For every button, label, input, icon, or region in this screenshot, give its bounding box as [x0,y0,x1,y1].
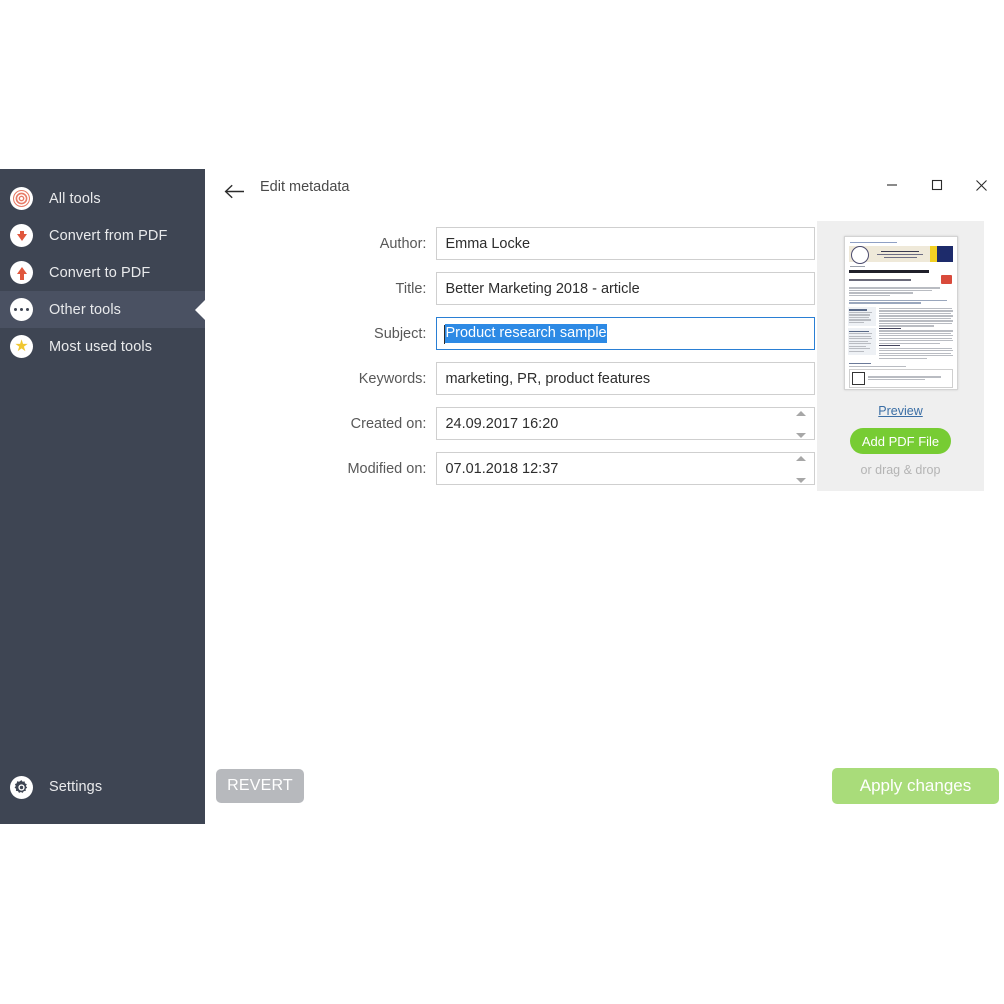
add-pdf-file-button[interactable]: Add PDF File [850,428,951,454]
sidebar-item-convert-from-pdf[interactable]: Convert from PDF [0,217,205,254]
subject-label: Subject: [374,325,427,342]
field-row-keywords: Keywords: marketing, PR, product feature… [205,356,815,401]
preview-link[interactable]: Preview [878,404,922,418]
sidebar-item-label: Convert to PDF [49,264,151,281]
page-title: Edit metadata [260,179,350,195]
ellipsis-dots-icon [10,298,33,321]
modified-on-label: Modified on: [347,460,427,477]
created-on-label: Created on: [350,415,427,432]
subject-field[interactable]: Product research sample [436,317,815,350]
author-value: Emma Locke [445,235,531,252]
star-icon: ★ [10,335,33,358]
keywords-field[interactable]: marketing, PR, product features [436,362,815,395]
stepper-up-icon[interactable] [796,456,806,461]
author-label: Author: [379,235,427,252]
stepper-down-icon[interactable] [796,433,806,438]
sidebar-item-label: Most used tools [49,338,153,355]
close-button[interactable] [959,169,1004,201]
modified-on-value: 07.01.2018 12:37 [445,460,559,477]
field-row-modified-on: Modified on: 07.01.2018 12:37 [205,446,815,491]
maximize-button[interactable] [914,169,959,201]
main-content: Edit metadata Author: Emma Locke Title: … [205,169,1004,824]
stepper-down-icon[interactable] [796,478,806,483]
revert-button[interactable]: REVERT [216,769,304,803]
title-value: Better Marketing 2018 - article [445,280,640,297]
pdf-page-thumbnail[interactable] [843,236,958,390]
sidebar-item-label: Settings [49,779,103,795]
author-field[interactable]: Emma Locke [436,227,815,260]
drag-drop-hint: or drag & drop [860,463,941,477]
sidebar-item-convert-to-pdf[interactable]: Convert to PDF [0,254,205,291]
sidebar-nav-list: All tools Convert from PDF Convert to PD… [0,180,206,365]
title-field[interactable]: Better Marketing 2018 - article [436,272,815,305]
title-label: Title: [395,280,427,297]
minimize-button[interactable] [869,169,914,201]
sidebar-item-label: Convert from PDF [49,227,168,244]
keywords-value: marketing, PR, product features [445,370,651,387]
metadata-form: Author: Emma Locke Title: Better Marketi… [205,221,815,491]
title-bar: Edit metadata [205,169,1004,216]
keywords-label: Keywords: [358,370,427,387]
sidebar-item-other-tools[interactable]: Other tools [0,291,206,328]
subject-value: Product research sample [445,324,607,343]
apply-changes-button[interactable]: Apply changes [832,768,999,804]
stepper-up-icon[interactable] [796,411,806,416]
edit-metadata-window: All tools Convert from PDF Convert to PD… [0,169,1004,824]
arrow-down-icon [10,224,33,247]
sidebar-item-settings[interactable]: Settings [0,767,205,807]
arrow-up-icon [10,261,33,284]
field-row-subject: Subject: Product research sample [205,311,815,356]
field-row-author: Author: Emma Locke [205,221,815,266]
sidebar: All tools Convert from PDF Convert to PD… [0,169,206,824]
created-on-field[interactable]: 24.09.2017 16:20 [436,407,815,440]
sidebar-item-label: Other tools [49,301,122,318]
modified-on-stepper[interactable] [793,456,809,483]
spiral-target-icon [10,187,33,210]
back-arrow-icon[interactable] [219,176,249,206]
sidebar-item-label: All tools [49,190,101,207]
sidebar-item-all-tools[interactable]: All tools [0,180,205,217]
gear-icon [10,775,33,799]
file-panel: Preview Add PDF File or drag & drop [817,221,984,491]
created-on-stepper[interactable] [793,411,809,438]
sidebar-item-most-used-tools[interactable]: ★ Most used tools [0,328,205,365]
field-row-created-on: Created on: 24.09.2017 16:20 [205,401,815,446]
created-on-value: 24.09.2017 16:20 [445,415,559,432]
text-caret [444,325,446,344]
modified-on-field[interactable]: 07.01.2018 12:37 [436,452,815,485]
field-row-title: Title: Better Marketing 2018 - article [205,266,815,311]
